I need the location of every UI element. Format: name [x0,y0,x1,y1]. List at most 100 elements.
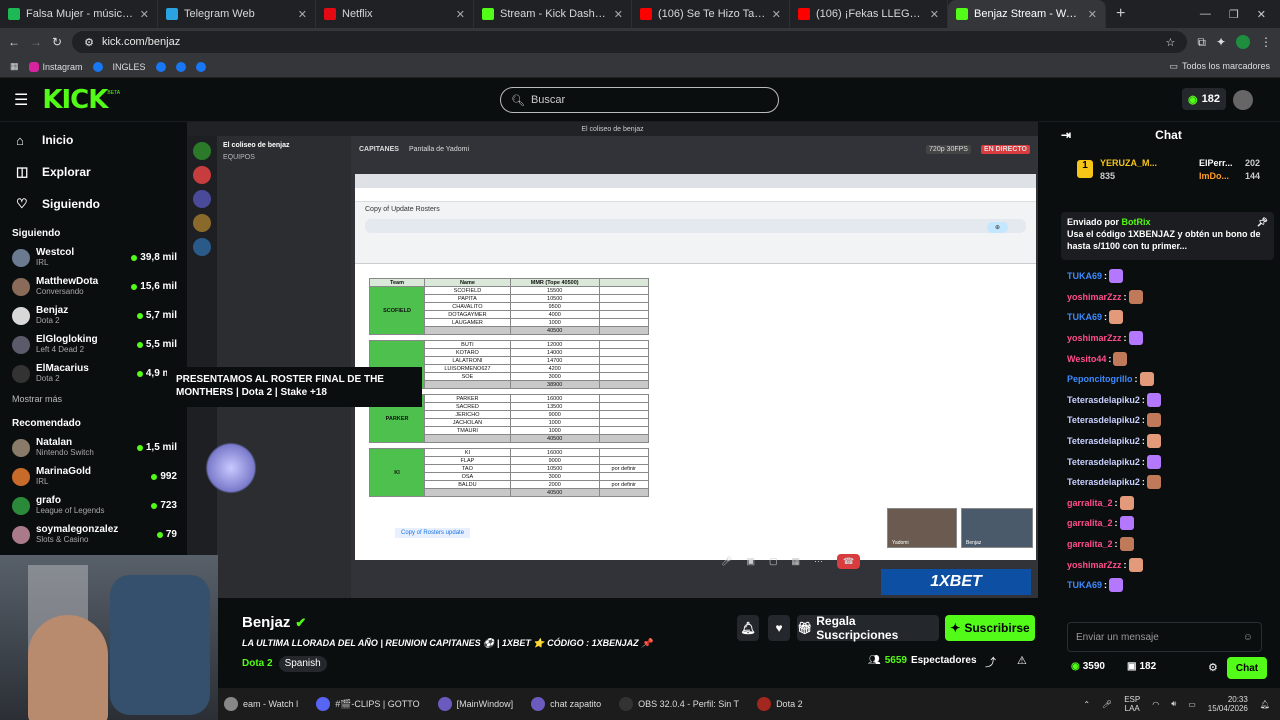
apps-icon[interactable]: ▦ [10,61,19,72]
tab-close-icon[interactable]: ✕ [456,8,465,21]
browser-tab[interactable]: (106) ¡Fekas LLEGAN a Colo ✕ [790,0,948,28]
sidebar-channel[interactable]: Natalan Nintendo Switch 1,5 mil [0,433,185,462]
camera-icon[interactable]: ▣ [746,556,755,567]
chat-username[interactable]: yoshimarZzz [1067,333,1122,343]
grid-icon[interactable]: ▦ [791,556,800,567]
chat-message[interactable]: Peponcitogrillo: [1067,369,1267,390]
hamburger-icon[interactable]: ☰ [0,90,42,110]
tray-mic-icon[interactable]: 🎤︎ [1102,700,1112,709]
sidebar-channel[interactable]: ElGlogloking Left 4 Dead 2 5,5 mil [0,330,185,359]
screen-share-icon[interactable]: ▢ [769,556,778,567]
show-more-link[interactable]: Mostrar más [0,388,185,410]
browser-tab[interactable]: Falsa Mujer - música y letra de ✕ [0,0,158,28]
user-avatar[interactable] [1233,90,1253,110]
taskbar-app[interactable]: #🎬-CLIPS | GOTTO [316,697,420,711]
profile-avatar[interactable] [1236,35,1250,49]
reload-icon[interactable]: ↻ [52,35,62,49]
chat-message[interactable]: TUKA69: [1067,307,1267,328]
chat-username[interactable]: Wesito44 [1067,354,1106,364]
notifications-icon[interactable]: 🔔︎ [1260,700,1270,709]
sidebar-channel[interactable]: Westcol IRL 39,8 mil [0,243,185,272]
bookmark-ingles[interactable]: INGLES [113,62,146,72]
video-player[interactable]: El coliseo de benjaz El coliseo de benja… [187,122,1038,598]
puzzle-icon[interactable]: ✦ [1216,35,1226,49]
tab-close-icon[interactable]: ✕ [614,8,623,21]
window-close-icon[interactable]: ✕ [1257,8,1266,21]
category-link[interactable]: Dota 2 [242,656,273,672]
browser-tab[interactable]: Benjaz Stream - Watch Live ✕ [948,0,1106,28]
facebook-icon[interactable] [155,61,166,72]
chat-username[interactable]: garralita_2 [1067,539,1113,549]
chat-username[interactable]: Teterasdelapiku2 [1067,395,1140,405]
taskbar-app[interactable]: Dota 2 [757,697,803,711]
volume-icon[interactable]: 🔊︎ [1171,699,1176,709]
browser-tab[interactable]: Netflix ✕ [316,0,474,28]
chat-message[interactable]: TUKA69: [1067,266,1267,287]
chat-message[interactable]: yoshimarZzz: [1067,328,1267,349]
nav-siguiendo[interactable]: ♡ Siguiendo [0,188,185,220]
nav-inicio[interactable]: ⌂ Inicio [0,124,185,156]
wifi-icon[interactable]: ◠ [1152,700,1159,709]
tab-close-icon[interactable]: ✕ [772,8,781,21]
chat-username[interactable]: Peponcitogrillo [1067,374,1133,384]
site-info-icon[interactable]: ⚙ [84,36,94,49]
sidebar-channel[interactable]: MatthewDota Conversando 15,6 mil [0,272,185,301]
facebook-icon[interactable] [195,61,206,72]
follow-button[interactable]: ♥ [768,615,790,641]
sidebar-channel[interactable]: Benjaz Dota 2 5,7 mil [0,301,185,330]
keyboard-layout[interactable]: ESP LAA [1124,695,1140,713]
tab-close-icon[interactable]: ✕ [930,8,939,21]
language-tag[interactable]: Spanish [278,656,327,672]
chat-message[interactable]: garralita_2: [1067,534,1267,555]
sidebar-channel[interactable]: MarinaGold IRL 992 [0,462,185,491]
report-icon[interactable]: ⚠ [1017,654,1027,667]
new-tab-button[interactable]: + [1106,5,1135,23]
url-bar[interactable]: ⚙ kick.com/benjaz ☆ [72,31,1188,53]
chat-username[interactable]: Teterasdelapiku2 [1067,477,1140,487]
chat-username[interactable]: yoshimarZzz [1067,560,1122,570]
chat-message[interactable]: Teterasdelapiku2: [1067,410,1267,431]
chat-username[interactable]: TUKA69 [1067,580,1102,590]
channel-points[interactable]: ◉ 3590 [1071,661,1105,672]
chat-message[interactable]: Wesito44: [1067,348,1267,369]
share-icon[interactable]: ⤴ [985,654,996,670]
taskbar-app[interactable]: eam - Watch l [224,697,298,711]
taskbar-app[interactable]: OBS 32.0.4 - Perfil: Sin T [619,697,739,711]
nav-explorar[interactable]: ◫ Explorar [0,156,185,188]
chat-message[interactable]: Teterasdelapiku2: [1067,451,1267,472]
subscribe-button[interactable]: ✦ Suscribirse [945,615,1035,641]
browser-tab[interactable]: (106) Se Te Hizo Tarde (feat. Ele ✕ [632,0,790,28]
back-icon[interactable]: ← [8,35,20,49]
emoji-icon[interactable]: ☺ [1243,632,1253,643]
chat-message[interactable]: garralita_2: [1067,493,1267,514]
maximize-icon[interactable]: ❐ [1229,8,1239,21]
chat-username[interactable]: TUKA69 [1067,271,1102,281]
search-input[interactable]: 🔍︎ Buscar [500,87,779,113]
tab-close-icon[interactable]: ✕ [1088,8,1097,21]
sidebar-channel[interactable]: grafo League of Legends 723 [0,491,185,520]
chat-message[interactable]: yoshimarZzz: [1067,554,1267,575]
chat-input[interactable]: Enviar un mensaje ☺ [1067,622,1262,652]
chat-message[interactable]: Teterasdelapiku2: [1067,431,1267,452]
browser-tab[interactable]: Stream - Kick Dashboard ✕ [474,0,632,28]
tab-close-icon[interactable]: ✕ [140,8,149,21]
minimize-icon[interactable]: — [1200,8,1211,21]
chat-kicks-balance[interactable]: ▣ 182 [1127,661,1156,672]
battery-icon[interactable]: ▭ [1188,700,1196,709]
star-icon[interactable]: ☆ [1165,36,1175,49]
chat-username[interactable]: TUKA69 [1067,312,1102,322]
collapse-chat-icon[interactable]: ⇥ [1061,128,1071,142]
send-chat-button[interactable]: Chat [1227,657,1267,679]
browser-tab[interactable]: Telegram Web ✕ [158,0,316,28]
chat-username[interactable]: Teterasdelapiku2 [1067,415,1140,425]
chat-message[interactable]: yoshimarZzz: [1067,287,1267,308]
streamer-name[interactable]: Benjaz [242,614,290,631]
clock[interactable]: 20:33 15/04/2026 [1208,695,1248,713]
chat-message[interactable]: Teterasdelapiku2: [1067,390,1267,411]
taskbar-app[interactable]: [MainWindow] [437,697,513,711]
chat-message[interactable]: garralita_2: [1067,513,1267,534]
extensions-icon[interactable]: ⧉ [1197,35,1206,50]
gift-subs-button[interactable]: 🎁︎ Regala Suscripciones [797,614,939,642]
notification-button[interactable]: 🔔︎ [737,615,759,641]
chat-username[interactable]: yoshimarZzz [1067,292,1122,302]
